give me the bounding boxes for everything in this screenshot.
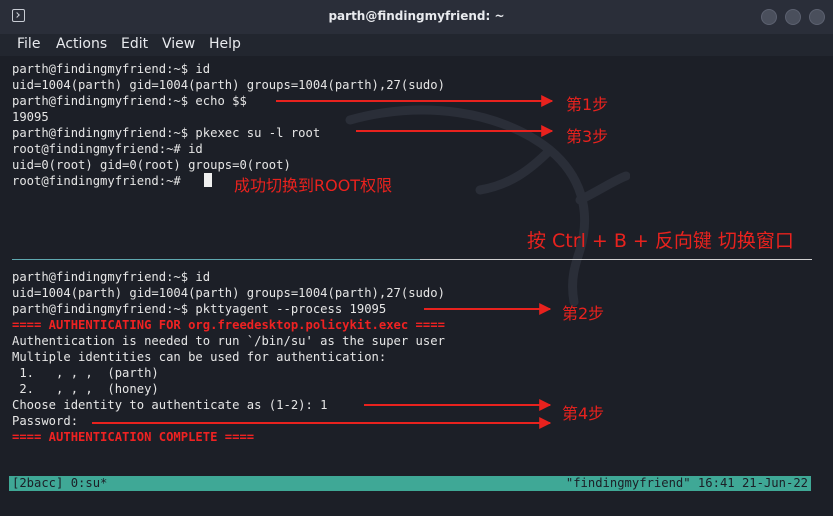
terminal-line: uid=1004(parth) gid=1004(parth) groups=1… xyxy=(12,286,445,300)
terminal-line: Authentication is needed to run `/bin/su… xyxy=(12,334,445,348)
menu-view[interactable]: View xyxy=(162,36,195,52)
annotation-root-success: 成功切换到ROOT权限 xyxy=(234,176,393,195)
annotation-step3: 第3步 xyxy=(566,127,609,146)
menu-actions[interactable]: Actions xyxy=(56,36,107,52)
menu-help[interactable]: Help xyxy=(209,36,241,52)
terminal-line: uid=0(root) gid=0(root) groups=0(root) xyxy=(12,158,291,172)
terminal-line: parth@findingmyfriend:~$ echo $$ xyxy=(12,94,247,108)
status-host-time: "findingmyfriend" 16:41 21-Jun-22 xyxy=(565,476,808,490)
terminal-window: parth@findingmyfriend: ~ File Actions Ed… xyxy=(0,0,833,516)
terminal-line: root@findingmyfriend:~# xyxy=(12,174,189,188)
terminal-line: Password: xyxy=(12,414,79,428)
auth-banner: ==== AUTHENTICATING FOR org.freedesktop.… xyxy=(12,318,445,332)
maximize-button[interactable] xyxy=(785,9,801,25)
terminal-line: uid=1004(parth) gid=1004(parth) groups=1… xyxy=(12,78,445,92)
tmux-status-bar: [2bacc] 0:su* "findingmyfriend" 16:41 21… xyxy=(9,476,811,491)
terminal-line: 2. , , , (honey) xyxy=(12,382,159,396)
menu-edit[interactable]: Edit xyxy=(121,36,148,52)
annotation-step2: 第2步 xyxy=(562,304,605,323)
menu-file[interactable]: File xyxy=(17,36,40,52)
terminal-cursor xyxy=(204,173,212,187)
annotation-step1: 第1步 xyxy=(566,95,609,114)
terminal-line: parth@findingmyfriend:~$ id xyxy=(12,62,211,76)
terminal-line: Choose identity to authenticate as (1-2)… xyxy=(12,398,328,412)
window-title: parth@findingmyfriend: ~ xyxy=(328,9,505,23)
annotation-switch-hint: 按 Ctrl + B + 反向键 切换窗口 xyxy=(527,230,794,252)
terminal-line: parth@findingmyfriend:~$ id xyxy=(12,270,211,284)
menu-bar: File Actions Edit View Help xyxy=(0,34,833,56)
status-session[interactable]: [2bacc] 0:su* xyxy=(12,476,107,491)
minimize-button[interactable] xyxy=(761,9,777,25)
terminal-line: Multiple identities can be used for auth… xyxy=(12,350,387,364)
pane-divider-active xyxy=(420,259,812,260)
terminal-line: 19095 xyxy=(12,110,49,124)
title-bar[interactable]: parth@findingmyfriend: ~ xyxy=(0,0,833,35)
terminal-line: 1. , , , (parth) xyxy=(12,366,159,380)
annotation-step4: 第4步 xyxy=(562,404,605,423)
terminal-line: root@findingmyfriend:~# id xyxy=(12,142,203,156)
terminal-line: parth@findingmyfriend:~$ pkttyagent --pr… xyxy=(12,302,387,316)
terminal-line: parth@findingmyfriend:~$ pkexec su -l ro… xyxy=(12,126,321,140)
close-button[interactable] xyxy=(809,9,825,25)
auth-complete-banner: ==== AUTHENTICATION COMPLETE ==== xyxy=(12,430,255,444)
